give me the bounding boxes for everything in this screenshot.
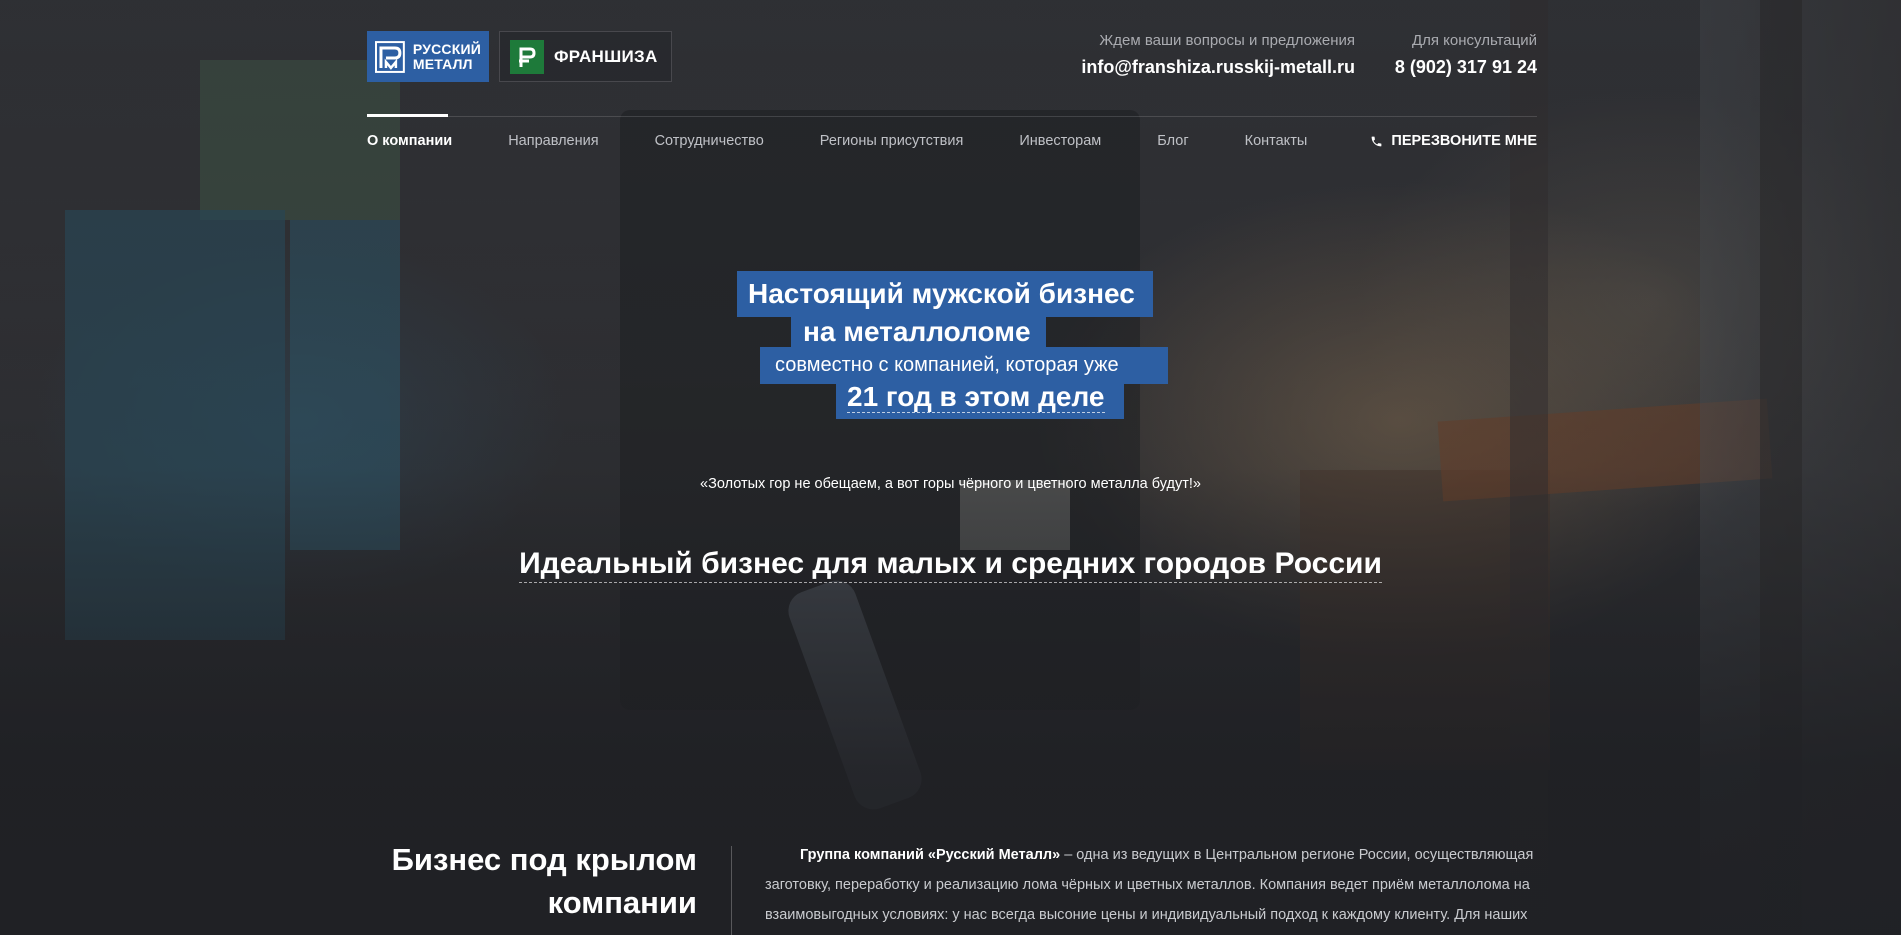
phone-icon <box>1372 136 1382 146</box>
about-divider <box>731 846 732 935</box>
nav-item-investors[interactable]: Инвесторам <box>1019 133 1101 149</box>
franchise-logo-icon <box>510 39 544 74</box>
hero-quote: «Золотых гор не обещаем, а вот горы чёрн… <box>700 476 1201 492</box>
nav-item-directions[interactable]: Направления <box>508 133 598 149</box>
phone-caption: Для консультаций <box>1411 32 1537 49</box>
hero-tagline-text: Идеальный бизнес для малых и средних гор… <box>519 547 1382 583</box>
phone-contact-block: Для консультаций 8 (902) 317 91 24 <box>1395 32 1537 78</box>
about-company-name: Группа компаний «Русский Металл» <box>800 847 1061 863</box>
russkij-metall-logo-icon <box>375 40 405 73</box>
main-nav: О компании Направления Сотрудничество Ре… <box>367 133 1537 149</box>
nav-item-cooperation[interactable]: Сотрудничество <box>655 133 764 149</box>
franchise-logo[interactable]: ФРАНШИЗА <box>499 31 672 82</box>
email-link[interactable]: info@franshiza.russkij-metall.ru <box>1081 57 1355 78</box>
phone-link[interactable]: 8 (902) 317 91 24 <box>1395 57 1537 78</box>
nav-active-indicator <box>367 114 448 117</box>
hero-headline-line4: 21 год в этом деле <box>836 376 1124 419</box>
hero-years-highlight: 21 год в этом деле <box>847 381 1105 413</box>
about-section-text: Группа компаний «Русский Металл» – одна … <box>765 840 1537 930</box>
hero-headline-line1: Настоящий мужской бизнес <box>737 271 1153 317</box>
callback-button[interactable]: ПЕРЕЗВОНИТЕ МНЕ <box>1370 133 1537 149</box>
russkij-metall-logo-text: РУССКИЙ МЕТАЛЛ <box>412 40 481 72</box>
about-section-title: Бизнес под крылом компании <box>391 842 697 920</box>
nav-item-blog[interactable]: Блог <box>1157 133 1188 149</box>
nav-item-about[interactable]: О компании <box>367 133 452 149</box>
hero-tagline: Идеальный бизнес для малых и средних гор… <box>0 547 1901 583</box>
site-header: РУССКИЙ МЕТАЛЛ ФРАНШИЗА Ждем ваши вопрос… <box>367 0 1537 149</box>
nav-item-regions[interactable]: Регионы присутствия <box>820 133 964 149</box>
email-caption: Ждем ваши вопросы и предложения <box>1099 32 1355 49</box>
russkij-metall-logo[interactable]: РУССКИЙ МЕТАЛЛ <box>367 31 489 82</box>
callback-label: ПЕРЕЗВОНИТЕ МНЕ <box>1391 133 1537 149</box>
header-divider <box>367 116 1537 117</box>
nav-item-contacts[interactable]: Контакты <box>1245 133 1308 149</box>
franchise-logo-text: ФРАНШИЗА <box>554 46 658 66</box>
email-contact-block: Ждем ваши вопросы и предложения info@fra… <box>1081 32 1355 78</box>
